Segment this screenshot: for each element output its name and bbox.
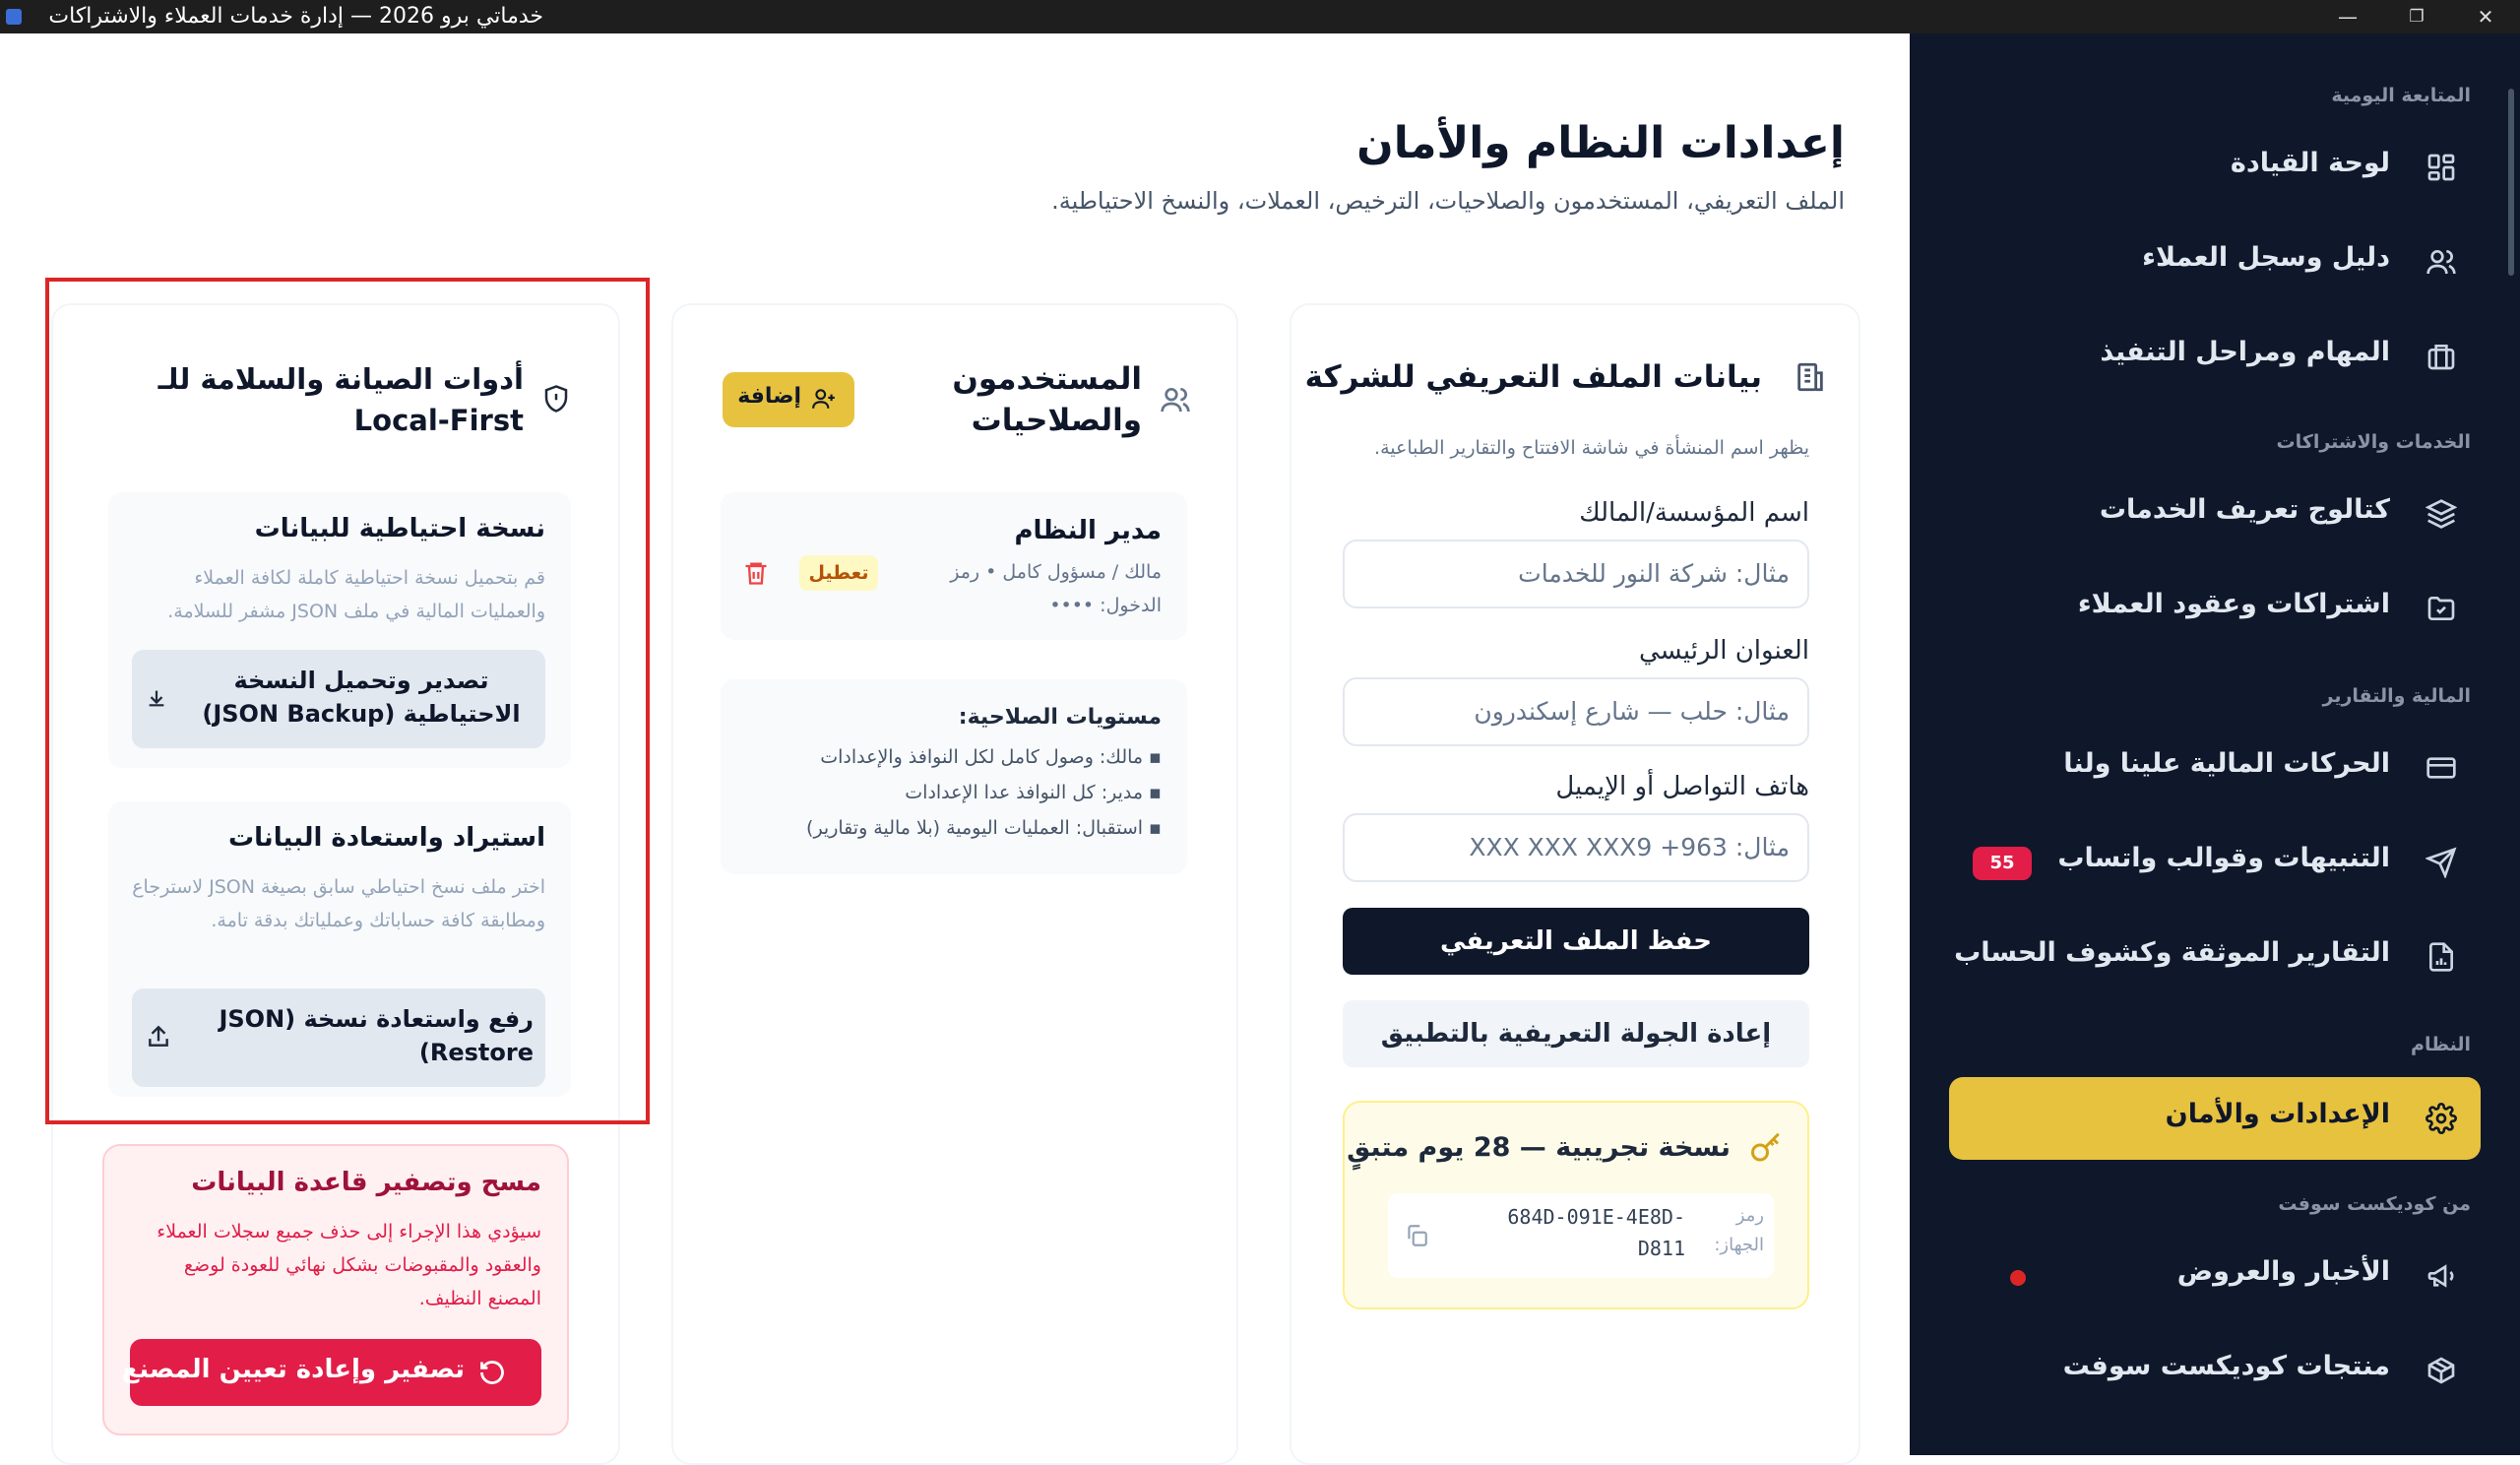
sidebar-item-label: التنبيهات وقوالب واتساب (2057, 843, 2390, 873)
factory-reset-description: سيؤدي هذا الإجراء إلى حذف جميع سجلات الع… (157, 1221, 541, 1309)
device-code-label: رمز الجهاز: (1714, 1205, 1764, 1255)
building-icon (1794, 360, 1827, 394)
license-status: نسخة تجريبية — 28 يوم متبقٍ (1347, 1132, 1731, 1163)
user-row: مدير النظام مالك / مسؤول كامل • رمز الدخ… (721, 492, 1187, 640)
sidebar-item-notifications[interactable]: التنبيهات وقوالب واتساب 55 (1949, 821, 2481, 904)
permission-levels-box: مستويات الصلاحية: ▪ مالك: وصول كامل لكل … (721, 679, 1187, 874)
sidebar-item-label: المهام ومراحل التنفيذ (2100, 337, 2390, 367)
org-name-input[interactable]: مثال: شركة النور للخدمات (1343, 540, 1809, 608)
profile-hint: يظهر اسم المنشأة في شاشة الافتتاح والتقا… (1374, 437, 1809, 459)
page-subtitle: الملف التعريفي، المستخدمون والصلاحيات، ا… (1051, 187, 1845, 215)
sidebar-item-label: لوحة القيادة (2230, 148, 2390, 178)
user-name: مدير النظام (1014, 516, 1162, 545)
permission-level-item: ▪ مالك: وصول كامل لكل النوافذ والإعدادات (820, 746, 1162, 768)
sidebar-item-settings[interactable]: الإعدادات والأمان (1949, 1077, 2481, 1160)
save-profile-button[interactable]: حفظ الملف التعريفي (1343, 908, 1809, 975)
sidebar-item-dashboard[interactable]: لوحة القيادة (1949, 126, 2481, 209)
highlight-frame (45, 278, 650, 1124)
window-title: خدماتي برو 2026 — إدارة خدمات العملاء وا… (48, 4, 543, 29)
phone-input[interactable]: مثال: 963+ XXX XXX XXX9 (1343, 813, 1809, 882)
sidebar-section-system: النظام (2411, 1034, 2471, 1055)
profile-card-title: بيانات الملف التعريفي للشركة (1304, 359, 1762, 395)
user-plus-icon (811, 386, 837, 412)
sidebar-item-label: دليل وسجل العملاء (2142, 242, 2390, 273)
factory-reset-section: مسح وتصفير قاعدة البيانات سيؤدي هذا الإج… (102, 1144, 569, 1435)
sidebar-section-daily: المتابعة اليومية (2331, 85, 2471, 106)
device-code-box: رمز الجهاز: 684D-091E-4E8D-D811 (1388, 1193, 1774, 1278)
reset-icon (478, 1359, 506, 1386)
close-button[interactable]: ✕ (2451, 0, 2520, 33)
minimize-button[interactable]: — (2313, 0, 2382, 33)
folder-check-icon (2426, 593, 2457, 624)
sidebar-section-services: الخدمات والاشتراكات (2276, 431, 2471, 453)
sidebar-scrollbar[interactable] (2508, 89, 2514, 276)
sidebar-item-customers[interactable]: دليل وسجل العملاء (1949, 221, 2481, 303)
key-icon (1748, 1130, 1784, 1166)
company-profile-card: بيانات الملف التعريفي للشركة يظهر اسم ال… (1290, 303, 1860, 1465)
sidebar-item-products[interactable]: منتجات كوديكست سوفت (1949, 1329, 2481, 1412)
notification-count-badge: 55 (1973, 847, 2032, 880)
disable-user-button[interactable]: تعطيل (799, 555, 878, 591)
sidebar-item-label: الحركات المالية علينا ولنا (2063, 748, 2390, 779)
permission-levels-title: مستويات الصلاحية: (958, 705, 1162, 730)
send-icon (2425, 847, 2457, 879)
add-user-button[interactable]: إضافة (723, 372, 854, 427)
layers-icon (2425, 498, 2458, 530)
package-icon (2426, 1355, 2457, 1386)
sidebar-item-label: اشتراكات وعقود العملاء (2077, 589, 2390, 619)
app-icon (6, 9, 22, 25)
sidebar-item-news[interactable]: الأخبار والعروض (1949, 1235, 2481, 1317)
dashboard-icon (2426, 152, 2457, 183)
new-indicator-dot (2010, 1270, 2026, 1286)
page-title: إعدادات النظام والأمان (1356, 118, 1845, 168)
sidebar-item-label: التقارير الموثقة وكشوف الحساب (1954, 937, 2390, 968)
sidebar-section-codext: من كوديكست سوفت (2278, 1193, 2471, 1215)
sidebar-item-subscriptions[interactable]: اشتراكات وعقود العملاء (1949, 567, 2481, 650)
copy-icon[interactable] (1404, 1223, 1429, 1248)
address-label: العنوان الرئيسي (1639, 636, 1809, 666)
phone-label: هاتف التواصل أو الإيميل (1555, 772, 1809, 801)
credit-card-icon (2426, 752, 2457, 784)
file-chart-icon (2426, 941, 2457, 973)
address-input[interactable]: مثال: حلب — شارع إسكندرون (1343, 677, 1809, 746)
window-titlebar: خدماتي برو 2026 — إدارة خدمات العملاء وا… (0, 0, 2520, 33)
trash-icon[interactable] (742, 559, 770, 587)
factory-reset-label: تصفير وإعادة تعيين المصنع (121, 1355, 466, 1384)
maximize-button[interactable]: ❐ (2382, 0, 2451, 33)
sidebar-item-reports[interactable]: التقارير الموثقة وكشوف الحساب (1949, 916, 2481, 998)
sidebar-item-label: كتالوج تعريف الخدمات (2099, 494, 2390, 525)
sidebar-item-catalog[interactable]: كتالوج تعريف الخدمات (1949, 473, 2481, 555)
briefcase-icon (2426, 341, 2457, 372)
device-code-value: 684D-091E-4E8D-D811 (1507, 1205, 1685, 1260)
megaphone-icon (2426, 1260, 2457, 1292)
factory-reset-title: مسح وتصفير قاعدة البيانات (191, 1168, 541, 1197)
user-role-meta: مالك / مسؤول كامل • رمز الدخول: •••• (950, 561, 1162, 616)
permission-level-item: ▪ استقبال: العمليات اليومية (بلا مالية و… (806, 817, 1162, 839)
org-name-label: اسم المؤسسة/المالك (1579, 498, 1809, 528)
users-icon (2426, 246, 2457, 278)
restart-tour-button[interactable]: إعادة الجولة التعريفية بالتطبيق (1343, 1000, 1809, 1067)
license-box: نسخة تجريبية — 28 يوم متبقٍ رمز الجهاز: … (1343, 1101, 1809, 1309)
users-card-title: المستخدمون والصلاحيات (952, 361, 1142, 438)
users-card: المستخدمون والصلاحيات إضافة مدير النظام … (671, 303, 1238, 1465)
gear-icon (2426, 1103, 2457, 1134)
sidebar-item-tasks[interactable]: المهام ومراحل التنفيذ (1949, 315, 2481, 398)
users-icon (1160, 384, 1191, 415)
permission-level-item: ▪ مدير: كل النوافذ عدا الإعدادات (905, 782, 1162, 803)
sidebar-item-label: الإعدادات والأمان (2165, 1099, 2390, 1129)
sidebar: المتابعة اليومية لوحة القيادة دليل وسجل … (1910, 33, 2520, 1455)
sidebar-item-label: منتجات كوديكست سوفت (2062, 1351, 2390, 1381)
add-user-label: إضافة (737, 384, 801, 409)
factory-reset-button[interactable]: تصفير وإعادة تعيين المصنع (122, 1339, 541, 1406)
sidebar-item-transactions[interactable]: الحركات المالية علينا ولنا (1949, 727, 2481, 809)
sidebar-section-finance: المالية والتقارير (2322, 685, 2471, 707)
sidebar-item-label: الأخبار والعروض (2176, 1256, 2390, 1287)
